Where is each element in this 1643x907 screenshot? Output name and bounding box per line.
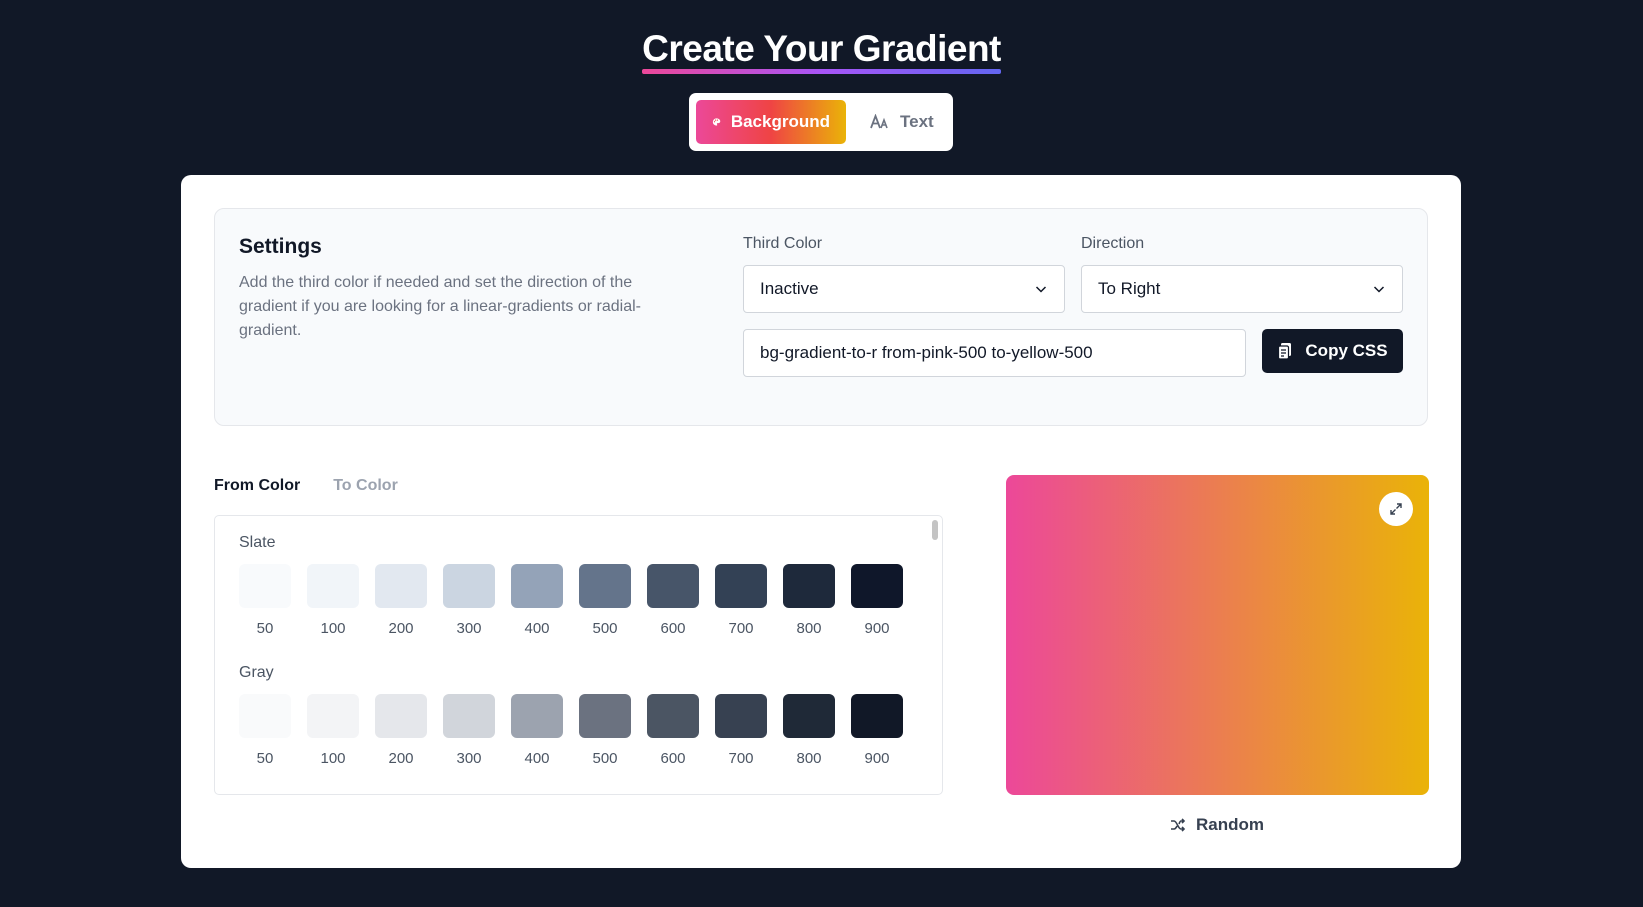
shade-label: 400 bbox=[524, 620, 550, 637]
css-output-field[interactable] bbox=[743, 329, 1246, 377]
tab-to-color[interactable]: To Color bbox=[333, 477, 398, 495]
third-color-value: Inactive bbox=[760, 279, 819, 298]
color-swatch[interactable] bbox=[647, 694, 699, 738]
direction-value: To Right bbox=[1098, 279, 1161, 298]
chevron-down-icon bbox=[1373, 286, 1385, 293]
shade-label: 700 bbox=[728, 750, 754, 767]
palette-group-name: Slate bbox=[239, 534, 276, 551]
direction-label: Direction bbox=[1081, 235, 1145, 252]
color-tabs: From Color To Color bbox=[214, 477, 398, 495]
random-label: Random bbox=[1196, 815, 1264, 834]
shade-label: 900 bbox=[864, 750, 890, 767]
color-swatch[interactable] bbox=[715, 564, 767, 608]
color-swatch[interactable] bbox=[851, 564, 903, 608]
shuffle-icon bbox=[1171, 818, 1186, 832]
title-wrapper: Create Your Gradient bbox=[0, 26, 1643, 74]
shade-label: 900 bbox=[864, 620, 890, 637]
color-swatch[interactable] bbox=[579, 564, 631, 608]
palette-group-gray: Gray 50 100 200 300 400 500 600 700 800 … bbox=[239, 664, 903, 767]
shade-label: 700 bbox=[728, 620, 754, 637]
swatch-row bbox=[239, 694, 903, 738]
background-mode-button[interactable]: Background bbox=[696, 100, 846, 144]
shade-label: 50 bbox=[256, 620, 274, 637]
color-swatch[interactable] bbox=[783, 564, 835, 608]
gradient-preview bbox=[1006, 475, 1429, 795]
shade-label: 100 bbox=[320, 750, 346, 767]
color-swatch[interactable] bbox=[579, 694, 631, 738]
settings-title: Settings bbox=[239, 235, 322, 258]
color-swatch[interactable] bbox=[239, 694, 291, 738]
page-title-text: Create Your Gradient bbox=[642, 28, 1001, 69]
copy-css-button[interactable]: Copy CSS bbox=[1262, 329, 1403, 373]
direction-select[interactable]: To Right bbox=[1081, 265, 1403, 313]
color-swatch[interactable] bbox=[307, 694, 359, 738]
swatch-row bbox=[239, 564, 903, 608]
palette-group-name: Gray bbox=[239, 664, 274, 681]
palette-icon bbox=[712, 118, 721, 126]
color-swatch[interactable] bbox=[307, 564, 359, 608]
palette-group-slate: Slate 50 100 200 300 400 500 600 700 800… bbox=[239, 534, 903, 637]
color-palette: Slate 50 100 200 300 400 500 600 700 800… bbox=[214, 515, 943, 795]
shade-label: 600 bbox=[660, 750, 686, 767]
shade-label: 400 bbox=[524, 750, 550, 767]
shade-label: 800 bbox=[796, 750, 822, 767]
title-underline bbox=[642, 69, 1001, 74]
copy-css-label: Copy CSS bbox=[1305, 341, 1388, 360]
shade-labels: 50 100 200 300 400 500 600 700 800 900 bbox=[239, 620, 903, 637]
color-swatch[interactable] bbox=[715, 694, 767, 738]
shade-label: 500 bbox=[592, 750, 618, 767]
tab-from-color[interactable]: From Color bbox=[214, 477, 300, 495]
text-mode-button[interactable]: Text bbox=[854, 100, 950, 144]
shade-label: 800 bbox=[796, 620, 822, 637]
page-title: Create Your Gradient bbox=[642, 26, 1001, 74]
text-mode-label: Text bbox=[900, 112, 934, 131]
color-swatch[interactable] bbox=[443, 694, 495, 738]
expand-button[interactable] bbox=[1379, 492, 1413, 526]
color-swatch[interactable] bbox=[375, 694, 427, 738]
color-swatch[interactable] bbox=[851, 694, 903, 738]
mode-switch: Background Text bbox=[689, 93, 953, 151]
settings-panel: Settings Add the third color if needed a… bbox=[214, 208, 1428, 426]
shade-label: 300 bbox=[456, 750, 482, 767]
color-swatch[interactable] bbox=[511, 694, 563, 738]
shade-label: 500 bbox=[592, 620, 618, 637]
background-mode-label: Background bbox=[730, 112, 830, 131]
shade-labels: 50 100 200 300 400 500 600 700 800 900 bbox=[239, 750, 903, 767]
color-swatch[interactable] bbox=[443, 564, 495, 608]
palette-scrollbar[interactable] bbox=[932, 520, 938, 540]
shade-label: 100 bbox=[320, 620, 346, 637]
shade-label: 600 bbox=[660, 620, 686, 637]
expand-icon bbox=[1390, 503, 1402, 515]
third-color-select[interactable]: Inactive bbox=[743, 265, 1065, 313]
main-card: Settings Add the third color if needed a… bbox=[181, 175, 1461, 868]
third-color-label: Third Color bbox=[743, 235, 823, 252]
color-swatch[interactable] bbox=[511, 564, 563, 608]
color-swatch[interactable] bbox=[647, 564, 699, 608]
text-size-icon bbox=[870, 114, 888, 129]
shade-label: 50 bbox=[256, 750, 274, 767]
color-swatch[interactable] bbox=[375, 564, 427, 608]
clipboard-icon bbox=[1278, 343, 1292, 360]
chevron-down-icon bbox=[1035, 286, 1047, 293]
shade-label: 300 bbox=[456, 620, 482, 637]
shade-label: 200 bbox=[388, 750, 414, 767]
color-swatch[interactable] bbox=[239, 564, 291, 608]
color-swatch[interactable] bbox=[783, 694, 835, 738]
random-button[interactable]: Random bbox=[1170, 812, 1270, 838]
settings-description: Add the third color if needed and set th… bbox=[239, 274, 641, 339]
shade-label: 200 bbox=[388, 620, 414, 637]
